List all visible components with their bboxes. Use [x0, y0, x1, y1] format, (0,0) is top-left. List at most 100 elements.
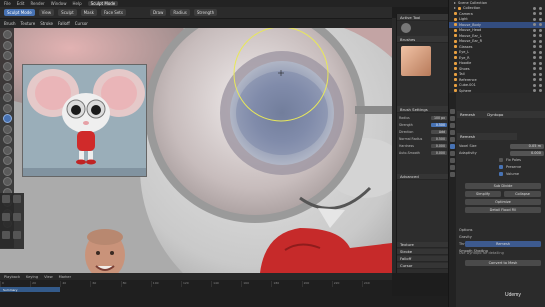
clay-tool-icon[interactable]: [2, 51, 12, 60]
brush-preview[interactable]: [401, 46, 431, 76]
timeline-keying[interactable]: Keying: [26, 275, 38, 279]
timeline-summary-row[interactable]: Summary: [0, 287, 60, 292]
texture-section[interactable]: Texture: [397, 242, 449, 248]
simplify-button[interactable]: Simplify: [465, 191, 501, 197]
object-icon: [454, 17, 457, 21]
fill-tool-icon[interactable]: [2, 135, 12, 144]
output-tab-icon[interactable]: [450, 123, 455, 128]
auto-smooth-value[interactable]: 0.000: [431, 150, 447, 155]
menu-file[interactable]: File: [4, 1, 11, 6]
pinch-tool-icon[interactable]: [2, 156, 12, 165]
tool-texture[interactable]: Texture: [21, 21, 36, 26]
brush-radius[interactable]: Radius: [170, 9, 190, 16]
active-tool-header[interactable]: Active Tool: [397, 14, 449, 21]
modifier-tab-icon[interactable]: [450, 151, 455, 156]
convert-to-mesh-button[interactable]: Convert to Mesh: [465, 260, 541, 266]
row-hardness[interactable]: Hardness 0.000: [399, 143, 447, 148]
draw-sharp-tool-icon[interactable]: [2, 40, 12, 50]
data-tab-icon[interactable]: [450, 165, 455, 170]
tool-cursor[interactable]: Cursor: [75, 21, 88, 26]
radius-value[interactable]: 100 px: [431, 115, 447, 120]
brushes-header[interactable]: Brushes: [397, 36, 449, 43]
timeline-view[interactable]: View: [44, 275, 53, 279]
menu-edit[interactable]: Edit: [17, 1, 25, 6]
inflate-tool-icon[interactable]: [2, 82, 12, 92]
row-radius[interactable]: Radius 100 px: [399, 115, 447, 120]
fix-poles-checkbox[interactable]: [499, 158, 503, 162]
options-row[interactable]: Options: [459, 227, 544, 233]
box-mask-icon[interactable]: [13, 195, 21, 203]
brush-strength[interactable]: Strength: [193, 9, 218, 16]
collapse-button[interactable]: Collapse: [504, 191, 541, 197]
render-tab-icon[interactable]: [450, 116, 455, 121]
direction-value[interactable]: Add: [431, 129, 447, 134]
preserve-row[interactable]: Preserve: [459, 164, 544, 170]
flatten-tool-icon[interactable]: [2, 124, 12, 134]
grab-tool-icon[interactable]: [2, 166, 12, 176]
draw-tool-icon[interactable]: [2, 30, 12, 39]
tool-brush[interactable]: Brush: [4, 21, 16, 26]
sculpt-menu[interactable]: Sculpt: [58, 9, 77, 16]
strength-value[interactable]: 0.500: [431, 122, 447, 127]
world-tab-icon[interactable]: [450, 137, 455, 142]
cursor-section[interactable]: Cursor: [397, 263, 449, 269]
lasso-mask-icon[interactable]: [2, 213, 10, 221]
voxel-size-row[interactable]: Voxel Size 0.05 m: [459, 143, 544, 149]
preserve-checkbox[interactable]: [499, 165, 503, 169]
menu-render[interactable]: Render: [30, 1, 44, 6]
layer-tool-icon[interactable]: [2, 72, 12, 81]
remesh-button[interactable]: Remesh: [465, 241, 541, 247]
face-set-icon[interactable]: [2, 231, 10, 239]
row-auto-smooth[interactable]: Auto-Smooth 0.000: [399, 150, 447, 155]
snake-hook-tool-icon[interactable]: [2, 177, 12, 186]
tool-stroke[interactable]: Stroke: [40, 21, 53, 26]
transform-icon[interactable]: [13, 231, 21, 239]
mask-tool-icon[interactable]: [2, 195, 10, 203]
reference-image[interactable]: [22, 64, 147, 177]
falloff-section[interactable]: Falloff: [397, 256, 449, 262]
material-tab-icon[interactable]: [450, 172, 455, 177]
mask-menu[interactable]: Mask: [80, 9, 97, 16]
voxel-size-field[interactable]: 0.05 m: [510, 143, 544, 149]
workspace-tab-sculpt[interactable]: Sculpt Mode: [87, 1, 119, 6]
scene-tab-icon[interactable]: [450, 130, 455, 135]
blob-tool-icon[interactable]: [2, 93, 12, 102]
smooth-tool-icon[interactable]: [2, 114, 12, 123]
adaptivity-field[interactable]: 0.000: [510, 150, 544, 156]
optimize-button[interactable]: Optimize: [465, 199, 541, 205]
remesh-panel-header[interactable]: Remesh: [457, 133, 517, 140]
tool-falloff[interactable]: Falloff: [58, 21, 70, 26]
object-icon: [454, 72, 457, 76]
row-normal-radius[interactable]: Normal Radius 0.500: [399, 136, 447, 141]
view-menu[interactable]: View: [38, 9, 55, 16]
advanced-section[interactable]: Advanced: [397, 174, 449, 180]
hardness-value[interactable]: 0.000: [431, 143, 447, 148]
physics-tab-icon[interactable]: [450, 158, 455, 163]
row-direction[interactable]: Direction Add: [399, 129, 447, 134]
fix-poles-row[interactable]: Fix Poles: [459, 157, 544, 163]
mode-dropdown[interactable]: Sculpt Mode: [4, 9, 35, 16]
stroke-section[interactable]: Stroke: [397, 249, 449, 255]
timeline-playback[interactable]: Playback: [4, 275, 20, 279]
brush-settings-header[interactable]: Brush Settings: [397, 106, 449, 113]
face-sets-menu[interactable]: Face Sets: [100, 9, 126, 16]
volume-checkbox[interactable]: [499, 172, 503, 176]
subdivide-button[interactable]: Sub Divide: [465, 183, 541, 189]
row-strength[interactable]: Strength 0.500: [399, 122, 447, 127]
detail-flood-fill-button[interactable]: Detail Flood Fill: [465, 207, 541, 213]
scrape-tool-icon[interactable]: [2, 145, 12, 155]
timeline-marker[interactable]: Marker: [59, 275, 71, 279]
crease-tool-icon[interactable]: [2, 103, 12, 113]
gravity-row[interactable]: Gravity: [459, 234, 544, 240]
object-tab-icon[interactable]: [450, 144, 455, 149]
adaptivity-row[interactable]: Adaptivity 0.000: [459, 150, 544, 156]
tool-tab-icon[interactable]: [450, 109, 455, 114]
menu-window[interactable]: Window: [51, 1, 67, 6]
remesh-header[interactable]: Remesh Dyntopo: [457, 111, 545, 118]
menu-help[interactable]: Help: [72, 1, 81, 6]
volume-row[interactable]: Volume: [459, 171, 544, 177]
line-mask-icon[interactable]: [13, 213, 21, 221]
clay-strips-tool-icon[interactable]: [2, 61, 12, 71]
normal-radius-value[interactable]: 0.500: [431, 136, 447, 141]
brush-draw[interactable]: Draw: [149, 9, 167, 16]
